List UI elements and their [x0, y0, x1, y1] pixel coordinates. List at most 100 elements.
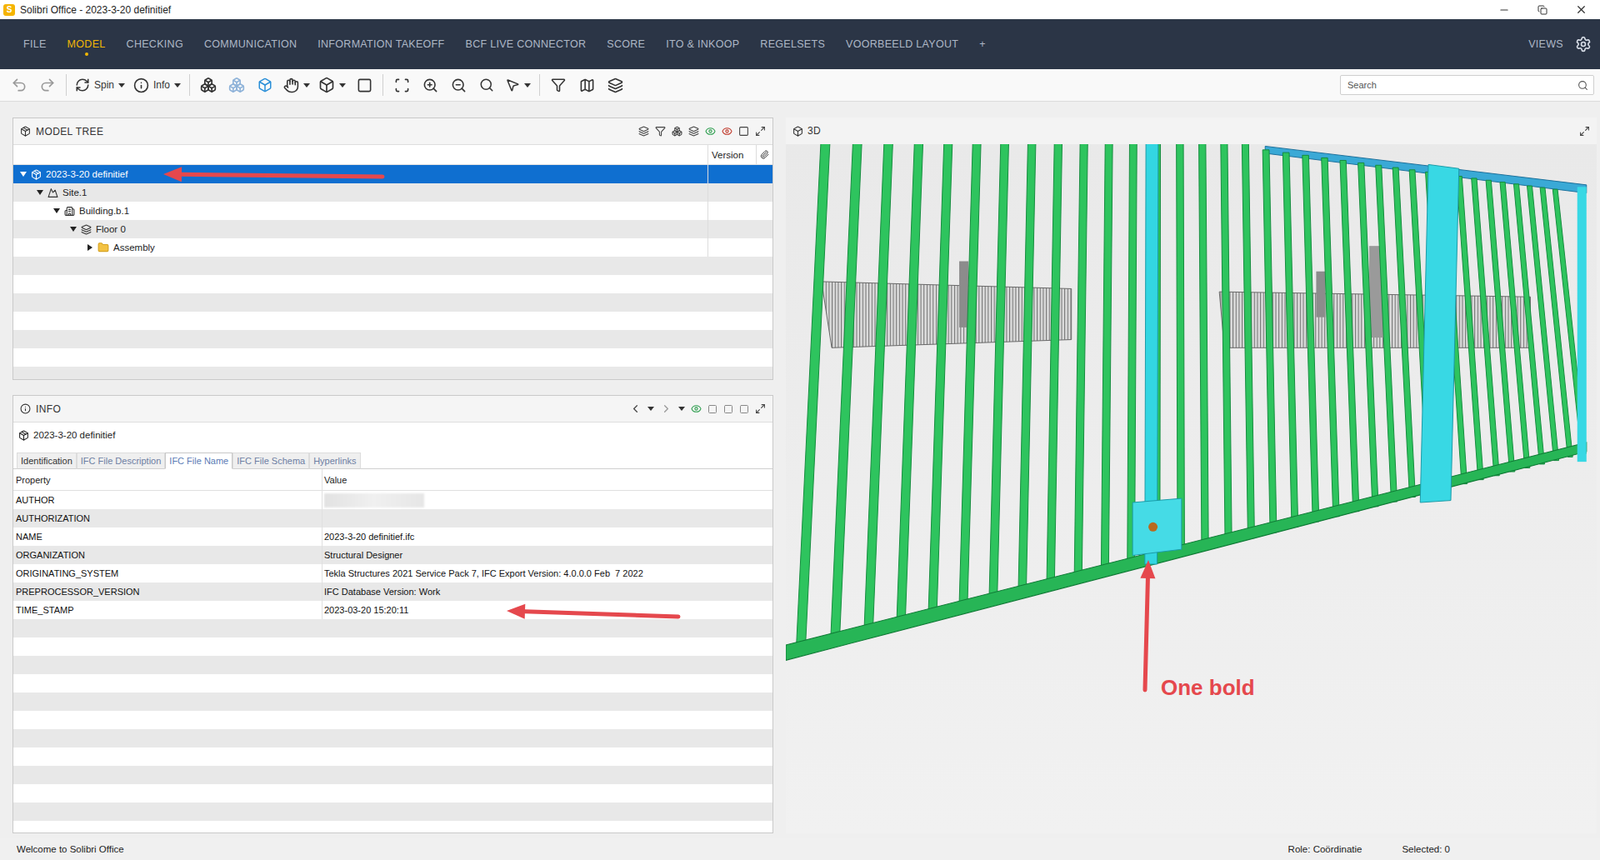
dropdown-caret-icon[interactable]	[174, 83, 181, 88]
section-icon[interactable]	[356, 77, 373, 94]
tree-row[interactable]: Floor 0	[13, 220, 773, 239]
search-icon[interactable]	[1577, 80, 1589, 91]
zoom-out-button[interactable]	[444, 71, 473, 99]
3d-model-canvas[interactable]	[785, 144, 1597, 834]
info-tab[interactable]: IFC File Description	[76, 452, 166, 470]
expand-toggle-icon[interactable]	[87, 244, 93, 251]
tree-mode-icon[interactable]	[638, 125, 650, 137]
info-row[interactable]: NAME2023-3-20 definitief.ifc	[13, 527, 773, 546]
expand-toggle-icon[interactable]	[70, 226, 77, 232]
column-header[interactable]: Property	[13, 469, 322, 490]
show-icon[interactable]	[690, 403, 702, 415]
floor-plan-icon[interactable]	[550, 77, 566, 93]
expand-toggle-icon[interactable]	[53, 208, 60, 214]
box-icon[interactable]	[257, 77, 273, 93]
expand-toggle-icon[interactable]	[20, 171, 27, 177]
spin-button[interactable]: Spin	[70, 71, 130, 99]
views-icon[interactable]	[1575, 35, 1592, 53]
hide-button[interactable]	[222, 71, 251, 99]
group-icon[interactable]	[671, 125, 683, 137]
tree-row[interactable]: 2023-3-20 definitief	[13, 165, 773, 184]
tree-row[interactable]: Assembly	[13, 238, 773, 257]
floor-plan-button[interactable]	[544, 71, 573, 99]
column-header[interactable]: Value	[321, 469, 773, 490]
show-icon[interactable]	[705, 125, 716, 137]
restore-button[interactable]	[1523, 0, 1562, 20]
cube-icon[interactable]	[318, 76, 335, 94]
menu-item[interactable]: INFORMATION TAKEOFF	[317, 32, 445, 56]
tree-row[interactable]: Building.b.1	[13, 201, 773, 220]
levels-icon[interactable]	[688, 125, 700, 137]
zoom-in-icon[interactable]	[422, 77, 439, 94]
info-row[interactable]: ORGANIZATIONStructural Designer	[13, 545, 773, 565]
maximize-icon[interactable]	[755, 403, 766, 415]
info-row[interactable]: PREPROCESSOR_VERSIONIFC Database Version…	[13, 582, 773, 601]
pan-button[interactable]	[279, 71, 315, 99]
layers-button[interactable]	[600, 71, 630, 99]
dropdown-caret-icon[interactable]	[339, 83, 346, 88]
menu-item[interactable]: CHECKING	[126, 32, 184, 56]
history-caret-icon[interactable]	[678, 406, 685, 411]
info-button[interactable]: Info	[129, 71, 185, 99]
filter-icon[interactable]	[655, 125, 666, 137]
isolate-button[interactable]	[250, 71, 280, 99]
attachment-column[interactable]	[755, 145, 773, 165]
menu-item[interactable]: +	[979, 32, 986, 56]
spin-icon[interactable]	[75, 77, 90, 93]
tree-row[interactable]: Site.1	[13, 183, 773, 202]
option-icon[interactable]	[739, 404, 750, 415]
menu-item[interactable]: ITO & INKOOP	[665, 32, 740, 56]
history-caret-icon[interactable]	[647, 406, 655, 411]
back-icon[interactable]	[629, 402, 642, 415]
zoom-out-icon[interactable]	[450, 77, 467, 94]
show-all-button[interactable]	[194, 71, 223, 99]
redo-button[interactable]	[33, 71, 62, 99]
option-icon[interactable]	[707, 404, 718, 415]
3d-canvas[interactable]	[785, 144, 1597, 834]
forward-icon[interactable]	[660, 402, 673, 415]
info-tab[interactable]: IFC File Name	[165, 452, 233, 470]
info-tab[interactable]: IFC File Schema	[232, 452, 310, 470]
close-icon[interactable]	[1575, 3, 1588, 16]
info-row[interactable]: AUTHORIZATION	[13, 509, 773, 528]
menu-item[interactable]: COMMUNICATION	[204, 32, 297, 56]
zoom-selected-button[interactable]	[472, 71, 501, 99]
option-icon[interactable]	[723, 404, 734, 415]
map-icon[interactable]	[579, 77, 595, 94]
search-input[interactable]	[1345, 79, 1575, 91]
hidden-boxes-icon[interactable]	[228, 76, 245, 94]
pointer-icon[interactable]	[505, 77, 520, 93]
info-tab[interactable]: Identification	[16, 452, 77, 470]
version-column[interactable]: Version	[707, 145, 756, 165]
hand-icon[interactable]	[283, 77, 300, 94]
minimize-button[interactable]	[1485, 0, 1524, 20]
select-button[interactable]	[500, 71, 535, 99]
menu-item[interactable]: MODEL	[67, 32, 106, 56]
menu-item[interactable]: SCORE	[606, 32, 645, 56]
section-button[interactable]	[350, 71, 379, 99]
info-icon[interactable]	[133, 77, 150, 94]
zoom-fit-icon[interactable]	[394, 77, 410, 94]
expand-toggle-icon[interactable]	[36, 190, 44, 195]
menu-item[interactable]: REGELSETS	[760, 32, 825, 56]
info-row[interactable]: ORIGINATING_SYSTEMTekla Structures 2021 …	[13, 564, 773, 583]
dropdown-caret-icon[interactable]	[524, 83, 531, 88]
info-row[interactable]: TIME_STAMP2023-03-20 15:20:11	[13, 600, 773, 620]
zoom-fit-button[interactable]	[387, 71, 416, 99]
redo-icon[interactable]	[39, 76, 56, 94]
search-field[interactable]	[1340, 75, 1595, 95]
info-tab[interactable]: Hyperlinks	[309, 452, 360, 470]
boxes-icon[interactable]	[200, 76, 217, 94]
restore-icon[interactable]	[1537, 5, 1548, 15]
layers-icon[interactable]	[607, 77, 624, 94]
dropdown-caret-icon[interactable]	[118, 83, 125, 88]
close-button[interactable]	[1561, 0, 1600, 20]
menu-item[interactable]: BCF LIVE CONNECTOR	[465, 32, 587, 56]
hide-icon[interactable]	[721, 125, 733, 137]
views-menu[interactable]: VIEWS	[1528, 35, 1600, 53]
menu-item[interactable]: FILE	[23, 32, 47, 56]
maximize-icon[interactable]	[755, 125, 766, 137]
minimize-icon[interactable]	[1498, 4, 1510, 16]
paperclip-icon[interactable]	[760, 150, 770, 160]
zoom-selected-icon[interactable]	[479, 77, 495, 93]
